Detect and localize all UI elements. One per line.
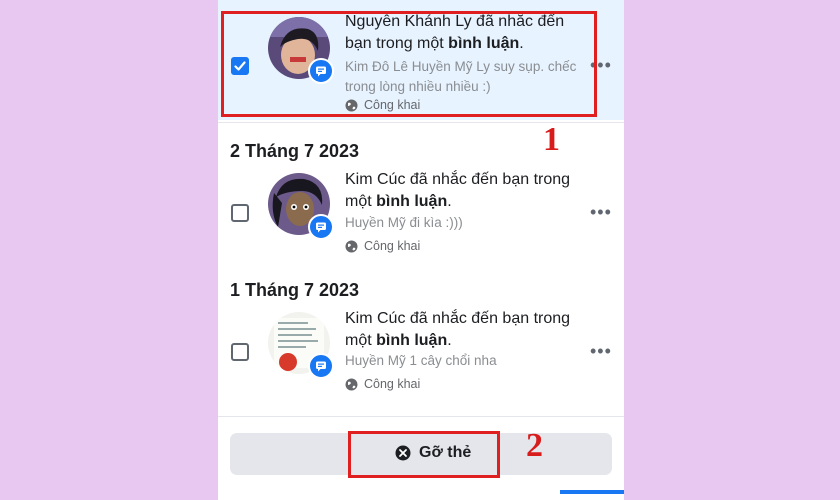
date-header: 2 Tháng 7 2023	[230, 141, 360, 161]
notification-preview: Huyền Mỹ đi kìa :)))	[345, 215, 463, 230]
notification-preview: Huyền Mỹ 1 cây chổi nha	[345, 353, 497, 368]
notification-item[interactable]: Kim Cúc đã nhắc đến bạn trong một bình l…	[218, 303, 624, 419]
notification-text: Kim Cúc đã nhắc đến bạn trong một bình l…	[345, 310, 571, 349]
divider	[218, 416, 624, 417]
notification-text: Kim Cúc đã nhắc đến bạn trong một bình l…	[345, 171, 571, 210]
privacy-label: Công khai	[345, 377, 420, 391]
globe-icon	[345, 378, 358, 390]
annotation-box-2	[348, 431, 500, 478]
select-checkbox[interactable]	[231, 343, 249, 361]
annotation-box-1	[221, 11, 597, 117]
privacy-label: Công khai	[345, 239, 420, 253]
annotation-label-2: 2	[526, 427, 543, 464]
bottom-accent	[560, 490, 624, 494]
globe-icon	[345, 240, 358, 252]
date-header: 1 Tháng 7 2023	[230, 280, 360, 300]
divider	[218, 122, 624, 123]
annotation-label-1: 1	[543, 121, 560, 158]
comment-badge-icon	[308, 214, 334, 240]
more-options-button[interactable]: •••	[590, 202, 612, 223]
more-options-button[interactable]: •••	[590, 341, 612, 362]
select-checkbox[interactable]	[231, 204, 249, 222]
comment-badge-icon	[308, 353, 334, 379]
notification-item[interactable]: Kim Cúc đã nhắc đến bạn trong một bình l…	[218, 164, 624, 280]
